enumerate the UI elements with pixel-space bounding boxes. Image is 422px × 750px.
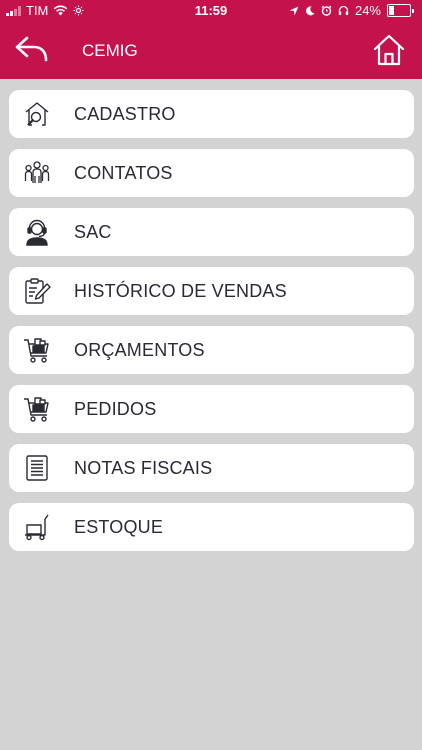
menu-list: CADASTRO CONTATOS SAC HISTÓRICO DE VENDA… (9, 90, 414, 562)
menu-item-estoque[interactable]: ESTOQUE (9, 503, 414, 551)
headphones-icon (338, 5, 349, 16)
navigation-bar: CEMIG (0, 22, 422, 79)
document-lines-icon (23, 454, 51, 482)
battery-icon (387, 4, 414, 17)
people-group-icon (23, 159, 51, 187)
menu-item-label: ORÇAMENTOS (74, 340, 205, 360)
menu-item-label: CADASTRO (74, 104, 176, 124)
shopping-cart-icon (23, 395, 51, 423)
menu-item-label: HISTÓRICO DE VENDAS (74, 281, 287, 301)
clipboard-edit-icon (23, 277, 51, 305)
menu-item-cadastro[interactable]: CADASTRO (9, 90, 414, 138)
house-search-icon (23, 100, 51, 128)
back-arrow-icon (15, 36, 48, 62)
hand-truck-icon (23, 513, 51, 541)
menu-item-label: SAC (74, 222, 112, 242)
home-icon (373, 34, 405, 66)
menu-item-contatos[interactable]: CONTATOS (9, 149, 414, 197)
status-bar: TIM 11:59 24% (0, 0, 422, 22)
shopping-cart-icon (23, 336, 51, 364)
status-right: 24% (289, 3, 414, 18)
menu-item-sac[interactable]: SAC (9, 208, 414, 256)
back-button[interactable] (14, 34, 50, 66)
headset-agent-icon (23, 218, 51, 246)
moon-icon (305, 5, 315, 16)
menu-item-notas-fiscais[interactable]: NOTAS FISCAIS (9, 444, 414, 492)
alarm-clock-icon (321, 5, 332, 16)
menu-item-label: PEDIDOS (74, 399, 157, 419)
menu-item-orcamentos[interactable]: ORÇAMENTOS (9, 326, 414, 374)
battery-percentage: 24% (354, 3, 381, 18)
menu-item-pedidos[interactable]: PEDIDOS (9, 385, 414, 433)
menu-item-label: CONTATOS (74, 163, 173, 183)
page-title: CEMIG (82, 41, 138, 60)
location-arrow-icon (289, 6, 299, 16)
menu-item-historico-de-vendas[interactable]: HISTÓRICO DE VENDAS (9, 267, 414, 315)
menu-item-label: NOTAS FISCAIS (74, 458, 213, 478)
menu-item-label: ESTOQUE (74, 517, 164, 537)
home-button[interactable] (372, 33, 406, 67)
